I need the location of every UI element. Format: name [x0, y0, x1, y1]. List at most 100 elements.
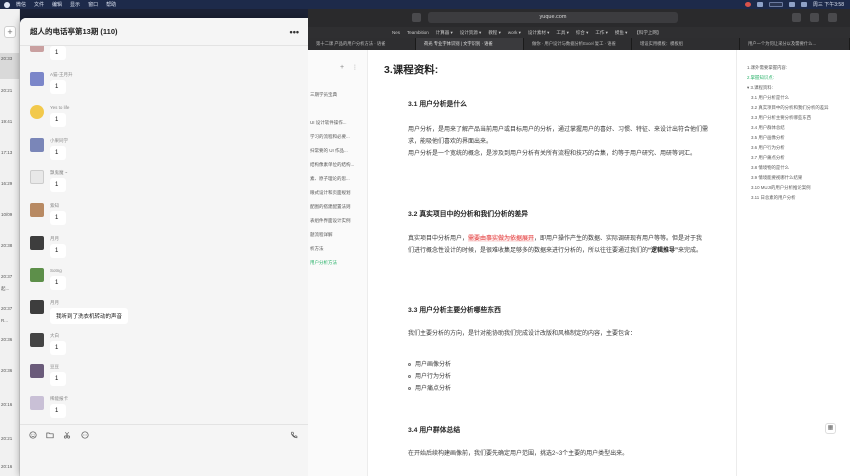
toc-item[interactable]: 3.4 用户群体总结 [751, 125, 785, 131]
folder-icon[interactable] [46, 431, 54, 439]
toc-item[interactable]: ▾ 3.课程资料: [747, 85, 773, 91]
avatar[interactable] [30, 236, 44, 250]
menu-item[interactable]: 显示 [70, 1, 80, 8]
add-button[interactable]: + [4, 26, 16, 38]
bookmark-item[interactable]: 计算器 ▾ [436, 30, 453, 36]
message-bubble[interactable]: 1 [50, 113, 66, 127]
nav-item[interactable]: 眼式设计和页面规划 [310, 190, 366, 196]
message-bubble[interactable]: 1 [50, 341, 66, 355]
toc-item[interactable]: 3.2 真实项目中的分析和我们分析的差异 [751, 105, 829, 111]
message-bubble[interactable]: 1 [50, 372, 66, 386]
message-bubble[interactable]: 1 [50, 178, 66, 192]
share-icon[interactable] [792, 13, 801, 22]
avatar[interactable] [30, 300, 44, 314]
nav-item[interactable]: 题流程详解 [310, 232, 366, 238]
nav-item[interactable]: 配图的搭建配置法则 [310, 204, 366, 210]
nav-item[interactable]: 三期学员宝典 [310, 92, 366, 98]
toc-item[interactable]: 3.11 日总素的用户分析 [751, 195, 796, 201]
avatar[interactable] [30, 203, 44, 217]
menu-item[interactable]: 帮助 [106, 1, 116, 8]
tabs-overview-icon[interactable] [828, 13, 837, 22]
bookmark-item[interactable]: 综合 ▾ [576, 30, 589, 36]
nav-item[interactable]: UI 设计软件操作... [310, 120, 366, 126]
toc-item[interactable]: 3.3 用户分析主要分析哪些东西 [751, 115, 811, 121]
bookmark-item[interactable]: 教程 ▾ [488, 30, 501, 36]
keyboard-shortcuts-button[interactable]: ▦ [825, 423, 836, 434]
emoji-icon[interactable] [29, 431, 37, 439]
message-bubble[interactable]: 我听到了洗衣机转动的声音 [50, 308, 129, 324]
nav-menu-icon[interactable]: ⋮ [352, 64, 358, 71]
chat-bubble-icon[interactable] [81, 431, 89, 439]
battery-icon[interactable] [768, 2, 783, 7]
nav-item[interactable]: 结构像素单位的结构... [310, 162, 366, 168]
list-item: 用户行为分析 [408, 371, 451, 380]
menu-item[interactable]: 编辑 [52, 1, 62, 8]
record-icon[interactable] [744, 2, 751, 7]
chat-header: 超人的电话亭第13期 (110) [20, 18, 308, 46]
browser-tab[interactable]: 做你 · 用户设计与数据分析Excel 复工 · 语雀 [524, 38, 632, 50]
toc-item[interactable]: 1.课外需要掌握内容: [747, 65, 787, 71]
menu-item[interactable]: 文件 [34, 1, 44, 8]
bookmark-item[interactable]: work ▾ [508, 30, 521, 36]
message: Yes to life 1 [30, 105, 69, 127]
nav-item[interactable]: 学习的流程和必要... [310, 134, 366, 140]
message-bubble[interactable]: 1 [50, 211, 66, 225]
menu-item[interactable]: 窗口 [88, 1, 98, 8]
browser-tab[interactable]: 用户一个为何让采分以及需要什么... [740, 38, 850, 50]
toc-item[interactable]: 3.7 用户痛点分析 [751, 155, 785, 161]
nav-item[interactable]: 表组件界面设计实例 [310, 218, 366, 224]
avatar[interactable] [30, 138, 44, 152]
nav-item-active[interactable]: 用户分析方法 [310, 260, 366, 266]
browser-tab[interactable]: 第十二课 产品的用户分析方法 · 语雀 [308, 38, 416, 50]
bookmark-item[interactable]: 设计资源 ▾ [460, 30, 482, 36]
toc-item[interactable]: 3.8 情境物的是什么 [751, 165, 789, 171]
apple-icon[interactable] [4, 1, 10, 8]
avatar[interactable] [30, 72, 44, 86]
nav-item[interactable]: 扫常要的 UI 作品... [310, 148, 366, 154]
cloud-icon[interactable] [756, 2, 763, 7]
avatar[interactable] [30, 333, 44, 347]
message-bubble[interactable]: 1 [50, 80, 66, 94]
message-bubble[interactable]: 1 [50, 276, 66, 290]
bookmark-item[interactable]: 工作 ▾ [595, 30, 608, 36]
phone-icon[interactable] [290, 431, 298, 439]
bookmark-item[interactable]: 工具 ▾ [556, 30, 569, 36]
input-area[interactable] [20, 424, 308, 476]
message-list[interactable]: 1 A猫-王月升 1 Yes to life 1 小果同学 1 飘鬼魔 ~1 紫知 1 … [20, 46, 308, 424]
sidebar-toggle-icon[interactable] [412, 13, 421, 22]
scissors-icon[interactable] [63, 431, 71, 439]
bookmark-item[interactable]: Nes [392, 30, 400, 35]
bookmark-item[interactable]: 设计素材 ▾ [528, 30, 550, 36]
menubar-clock[interactable]: 周三 下午3:58 [813, 1, 844, 8]
toc-item-active[interactable]: 2.掌握知识点: [747, 75, 774, 81]
add-doc-button[interactable]: + [340, 64, 344, 71]
bookmark-item[interactable]: Teambition [407, 30, 429, 35]
toc-item[interactable]: 3.9 情境能要视哪什么结果 [751, 175, 802, 181]
toc-item[interactable]: 3.10 MUJI的用户分析推论案例 [751, 185, 811, 191]
search-icon[interactable] [800, 2, 807, 7]
toc-item[interactable]: 3.5 用户画像分析 [751, 135, 785, 141]
message-bubble[interactable]: 1 [50, 244, 66, 258]
message-bubble[interactable]: 1 [50, 46, 66, 60]
avatar[interactable] [30, 364, 44, 378]
browser-tab-active[interactable]: 荷光 专业字体识别 | 文字识别 · 语雀 [416, 38, 524, 50]
bookmark-item[interactable]: 摸鱼 ▾ [615, 30, 628, 36]
avatar[interactable] [30, 46, 44, 52]
address-bar[interactable]: yuque.com [428, 12, 678, 23]
new-tab-icon[interactable] [810, 13, 819, 22]
menu-item[interactable]: 微信 [16, 1, 26, 8]
avatar[interactable] [30, 170, 44, 184]
nav-item[interactable]: 素、原子理论的思... [310, 176, 366, 182]
more-options-button[interactable]: ••• [290, 27, 299, 37]
bookmark-item[interactable]: 【科学上网】 [634, 30, 661, 36]
avatar[interactable] [30, 396, 44, 410]
nav-item[interactable]: 析方法 [310, 246, 366, 252]
toc-item[interactable]: 3.1 用户分析是什么 [751, 95, 789, 101]
message-bubble[interactable]: 1 [50, 404, 66, 418]
avatar[interactable] [30, 105, 44, 119]
message-bubble[interactable]: 1 [50, 146, 66, 160]
browser-tab[interactable]: 增设实用模板：模板组 [632, 38, 740, 50]
avatar[interactable] [30, 268, 44, 282]
toc-item[interactable]: 3.6 用户行为分析 [751, 145, 785, 151]
wifi-icon[interactable] [788, 2, 795, 7]
